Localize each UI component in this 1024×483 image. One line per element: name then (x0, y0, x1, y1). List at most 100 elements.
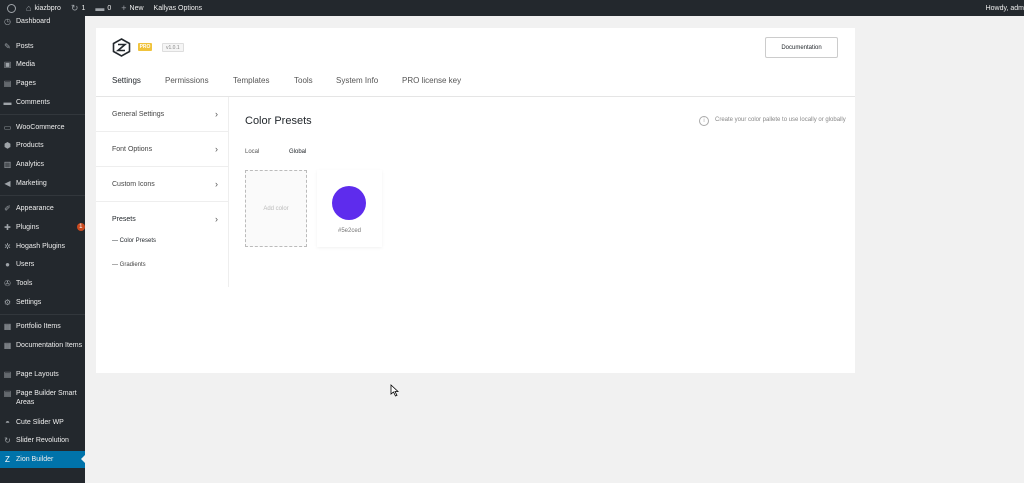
version-badge: v1.0.1 (162, 43, 184, 52)
comments-link[interactable]: ▬ 0 (90, 0, 116, 16)
zion-builder-panel: PRO v1.0.1 Documentation Settings Permis… (96, 28, 855, 373)
documentation-icon: ▦ (3, 341, 12, 350)
wordpress-icon (7, 3, 16, 13)
sidebar-item-comments[interactable]: ▬ Comments (0, 94, 85, 111)
updates-count: 1 (81, 4, 86, 12)
sidebar-item-label: Products (16, 142, 44, 149)
chevron-right-icon: › (215, 109, 218, 119)
sidebar-item-label: WooCommerce (16, 124, 65, 131)
kallyas-options-link[interactable]: Kallyas Options (149, 0, 208, 16)
nav-label: General Settings (112, 110, 165, 118)
chevron-right-icon: › (215, 214, 218, 224)
sidebar-item-users[interactable]: ● Users (0, 256, 85, 273)
megaphone-icon: ◀ (4, 179, 11, 188)
plugin-icon: ✚ (4, 223, 11, 232)
woocommerce-icon: ▭ (3, 123, 12, 132)
update-count-badge: 1 (76, 223, 85, 231)
sidebar-item-tools[interactable]: ✇ Tools (0, 275, 85, 292)
sidebar-item-marketing[interactable]: ◀ Marketing (0, 175, 85, 192)
admin-bar: ⌂ kiazbpro ↻ 1 ▬ 0 + New Kallyas Options How… (0, 0, 1024, 16)
sidebar-item-label: Posts (16, 43, 34, 50)
tab-global[interactable]: Global (289, 149, 306, 155)
sidebar-item-plugins[interactable]: ✚ Plugins 1 (0, 219, 85, 236)
sidebar-item-dashboard[interactable]: ◷ Dashboard (0, 13, 85, 30)
nav-color-presets[interactable]: — Color Presets (112, 238, 156, 244)
analytics-icon: ▥ (3, 160, 12, 169)
sidebar-item-appearance[interactable]: ✐ Appearance (0, 200, 85, 217)
sidebar-item-zion-builder[interactable]: Z Zion Builder (0, 451, 85, 468)
sidebar-item-label: Pages (16, 80, 36, 87)
sidebar-item-slider-revolution[interactable]: ↻ Slider Revolution (0, 432, 85, 449)
sidebar-item-label: Slider Revolution (16, 437, 69, 444)
howdy-label: Howdy, adm (985, 4, 1024, 12)
sidebar-item-media[interactable]: ▣ Media (0, 56, 85, 73)
sidebar-item-label: Documentation Items (16, 342, 83, 349)
gear-icon: ✲ (4, 242, 11, 251)
menu-separator (0, 114, 85, 115)
sidebar-item-documentation-items[interactable]: ▦ Documentation Items (0, 337, 85, 354)
sidebar-item-woocommerce[interactable]: ▭ WooCommerce (0, 119, 85, 136)
color-preset-card[interactable]: #5e2ced (317, 170, 382, 247)
nav-general-settings[interactable]: General Settings › (96, 97, 229, 132)
nav-presets[interactable]: Presets › (96, 202, 229, 237)
plus-icon: + (121, 3, 127, 13)
sidebar-item-cute-slider-wp[interactable]: ◓ Cute Slider WP (0, 414, 85, 431)
sidebar-item-label: Cute Slider WP (16, 419, 64, 426)
pin-icon: ✎ (4, 42, 11, 51)
wrench-icon: ✇ (4, 279, 11, 288)
sidebar-item-label: Hogash Plugins (16, 243, 66, 250)
menu-separator (0, 314, 85, 315)
updates-icon: ↻ (70, 2, 79, 13)
page-title: Color Presets (245, 115, 312, 127)
tab-pro-license-key[interactable]: PRO license key (402, 76, 461, 85)
info-text: Create your color pallete to use locally… (715, 117, 846, 123)
sidebar-item-analytics[interactable]: ▥ Analytics (0, 156, 85, 173)
products-icon: ⬢ (4, 141, 11, 150)
panel-header: PRO v1.0.1 Documentation Settings Permis… (96, 28, 855, 97)
color-swatch[interactable] (332, 186, 366, 220)
nav-custom-icons[interactable]: Custom Icons › (96, 167, 229, 202)
media-icon: ▣ (3, 60, 12, 69)
sidebar-item-page-layouts[interactable]: ▤ Page Layouts (0, 366, 85, 383)
sidebar-item-label: Marketing (16, 180, 47, 187)
nav-font-options[interactable]: Font Options › (96, 132, 229, 167)
sidebar-item-label: Users (16, 261, 35, 268)
tab-local[interactable]: Local (245, 149, 259, 155)
new-content-link[interactable]: + New (116, 0, 148, 16)
documentation-button[interactable]: Documentation (765, 37, 838, 58)
comments-count: 0 (107, 4, 112, 12)
sidebar-item-label: Dashboard (16, 18, 51, 25)
sidebar-item-label: Appearance (16, 205, 54, 212)
add-color-button[interactable]: Add color (245, 170, 307, 247)
tab-templates[interactable]: Templates (233, 76, 269, 85)
tab-system-info[interactable]: System Info (336, 76, 378, 85)
smart-areas-icon: ▤ (3, 389, 12, 398)
sidebar-item-products[interactable]: ⬢ Products (0, 137, 85, 154)
revolution-icon: ↻ (4, 436, 11, 445)
home-icon: ⌂ (26, 3, 32, 13)
new-label: New (129, 4, 144, 12)
sidebar-item-settings[interactable]: ⚙ Settings (0, 294, 85, 311)
sidebar-item-posts[interactable]: ✎ Posts (0, 38, 85, 55)
add-color-label: Add color (263, 205, 289, 212)
sidebar-item-pages[interactable]: ▤ Pages (0, 75, 85, 92)
sidebar-item-label: Plugins (16, 224, 39, 231)
tab-settings[interactable]: Settings (112, 76, 141, 85)
portfolio-icon: ▦ (3, 322, 12, 331)
sidebar-item-label: Media (16, 61, 36, 68)
brush-icon: ✐ (4, 204, 11, 213)
site-name-label: kiazbpro (34, 4, 61, 12)
comment-icon: ▬ (95, 3, 105, 13)
menu-separator (0, 195, 85, 196)
zion-logo-icon (112, 38, 131, 57)
nav-gradients[interactable]: — Gradients (112, 262, 146, 268)
sidebar-item-label: Analytics (16, 161, 45, 168)
tab-tools[interactable]: Tools (294, 76, 313, 85)
tab-permissions[interactable]: Permissions (165, 76, 209, 85)
sidebar-item-hogash-plugins[interactable]: ✲ Hogash Plugins (0, 238, 85, 255)
sidebar-item-page-builder-smart-areas[interactable]: ▤ Page Builder Smart Areas (0, 385, 85, 407)
info-note: i Create your color pallete to use local… (699, 115, 849, 126)
pro-badge: PRO (138, 43, 152, 51)
sidebar-item-portfolio-items[interactable]: ▦ Portfolio Items (0, 318, 85, 335)
account-menu[interactable]: Howdy, adm (986, 0, 1024, 16)
